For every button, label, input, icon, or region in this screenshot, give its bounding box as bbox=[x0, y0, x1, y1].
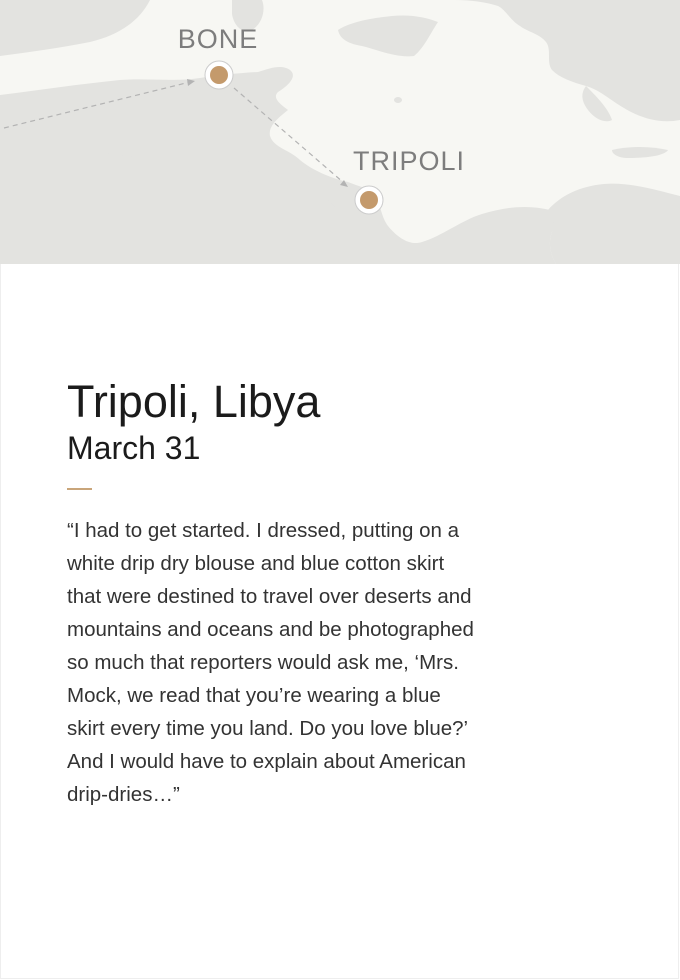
land-island-a bbox=[635, 107, 645, 113]
entry-quote: “I had to get started. I dressed, puttin… bbox=[67, 519, 474, 806]
city-label-bone: BONE bbox=[178, 24, 259, 54]
land-malta bbox=[394, 97, 402, 103]
place-title: Tripoli, Libya bbox=[67, 376, 321, 427]
entry-date: March 31 bbox=[67, 430, 201, 466]
land-cyrenaica bbox=[548, 183, 680, 264]
land-island-b bbox=[656, 93, 664, 99]
route-map: BONE TRIPOLI bbox=[0, 0, 680, 264]
map-svg: BONE TRIPOLI bbox=[0, 0, 680, 264]
accent-divider bbox=[67, 488, 92, 490]
journal-entry-card: Tripoli, Libya March 31 “I had to get st… bbox=[0, 264, 679, 979]
city-label-tripoli: TRIPOLI bbox=[353, 146, 465, 176]
location-marker-icon[interactable] bbox=[354, 185, 384, 215]
location-marker-icon[interactable] bbox=[204, 60, 234, 90]
